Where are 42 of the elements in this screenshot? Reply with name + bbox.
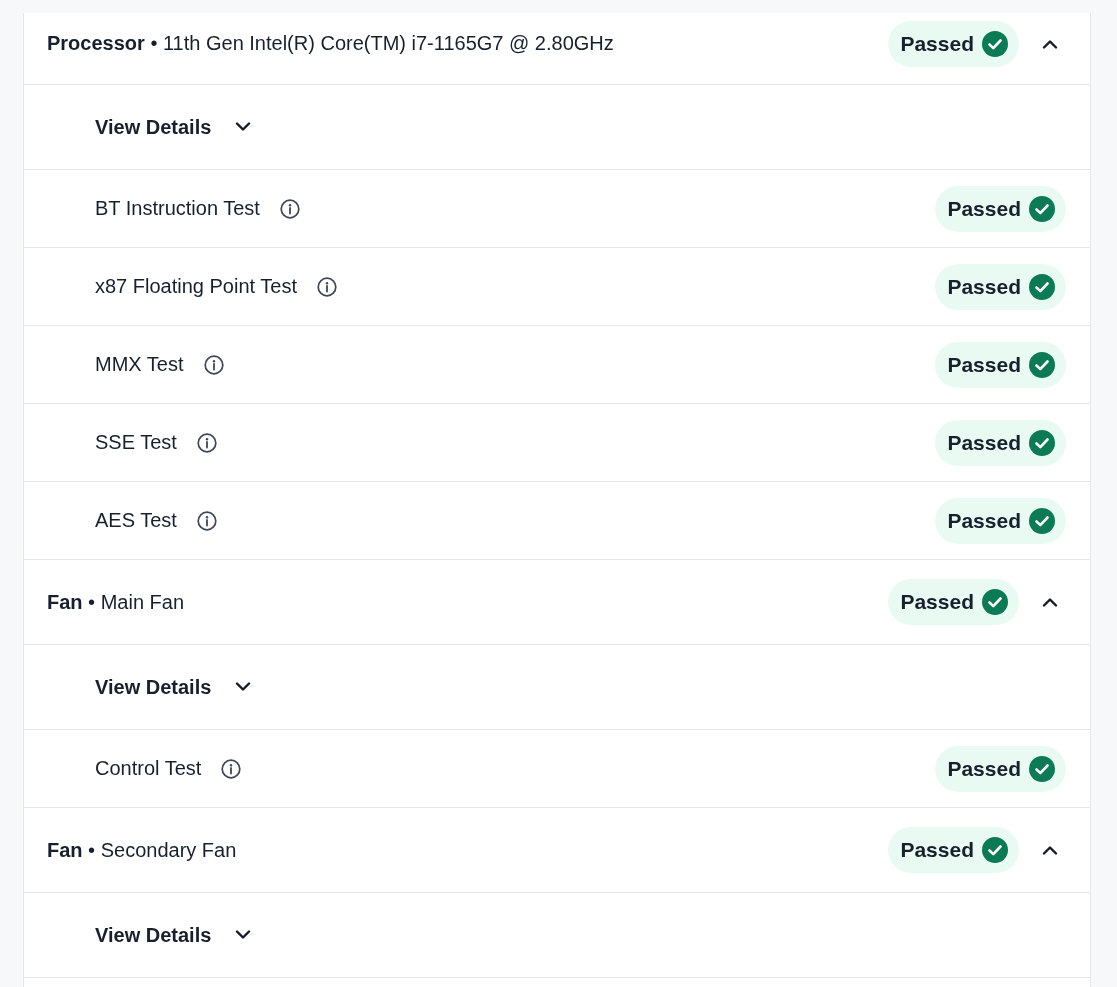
test-name: x87 Floating Point Test: [95, 275, 297, 298]
info-icon[interactable]: [203, 354, 224, 375]
device-title: Fan • Main Fan: [47, 590, 185, 614]
status-badge: Passed: [888, 579, 1019, 625]
check-circle-icon: [1029, 755, 1055, 782]
chevron-down-icon[interactable]: [235, 682, 252, 692]
status-badge: Passed: [935, 263, 1066, 310]
test-name: Control Test: [95, 757, 202, 780]
test-name: SSE Test: [95, 431, 177, 454]
collapse-button[interactable]: [1041, 844, 1059, 856]
status-badge: Passed: [935, 419, 1066, 466]
check-circle-icon: [982, 30, 1008, 57]
info-icon[interactable]: [279, 198, 300, 219]
status-badge: Passed: [935, 185, 1066, 232]
test-name: MMX Test: [95, 353, 184, 376]
check-circle-icon: [1029, 273, 1055, 300]
view-details-button[interactable]: View Details: [95, 115, 252, 139]
device-title: Processor • 11th Gen Intel(R) Core(TM) i7-1165G7 @ 2.80GHz: [47, 32, 614, 55]
check-circle-icon: [1029, 195, 1055, 222]
collapse-button[interactable]: [1041, 596, 1059, 608]
info-icon[interactable]: [196, 432, 217, 453]
chevron-down-icon[interactable]: [235, 122, 252, 132]
status-badge: Passed: [888, 20, 1019, 67]
check-circle-icon: [982, 837, 1008, 863]
test-name: BT Instruction Test: [95, 197, 260, 220]
info-icon[interactable]: [317, 276, 337, 297]
status-badge: Passed: [935, 341, 1066, 388]
test-name: AES Test: [95, 509, 177, 532]
check-circle-icon: [1029, 351, 1055, 378]
collapse-button[interactable]: [1041, 37, 1059, 50]
info-icon[interactable]: [196, 510, 217, 531]
status-badge: Passed: [935, 497, 1066, 544]
view-details-button[interactable]: View Details: [95, 675, 252, 699]
chevron-down-icon[interactable]: [235, 930, 252, 940]
device-title: Fan • Secondary Fan: [47, 838, 237, 862]
check-circle-icon: [1029, 507, 1055, 534]
info-icon[interactable]: [221, 758, 242, 779]
status-badge: Passed: [935, 745, 1066, 792]
check-circle-icon: [982, 589, 1008, 615]
status-badge: Passed: [888, 827, 1019, 873]
view-details-button[interactable]: View Details: [95, 923, 252, 947]
check-circle-icon: [1029, 429, 1055, 456]
